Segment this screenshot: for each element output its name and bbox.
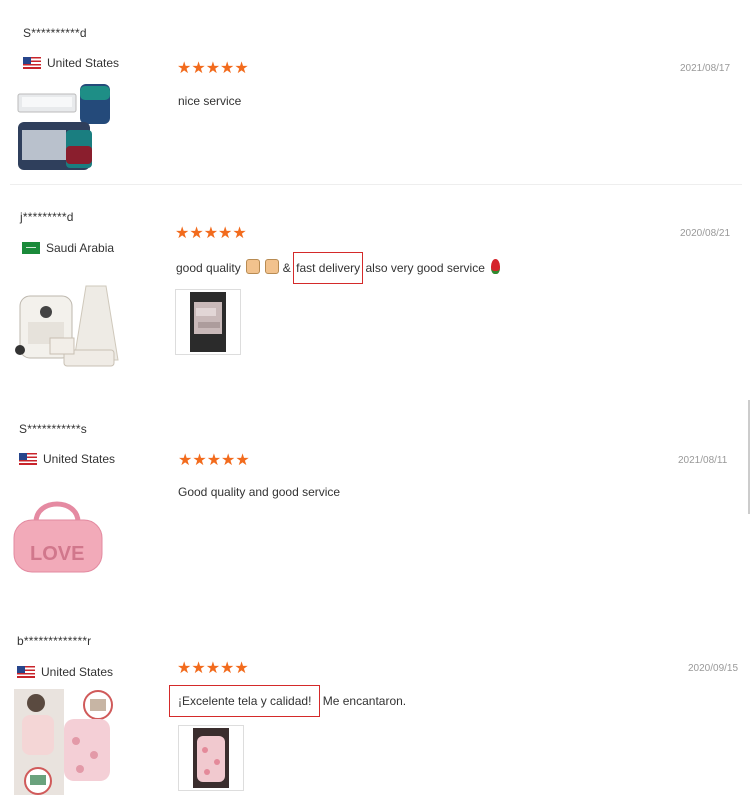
review-photo-image	[193, 728, 229, 788]
highlighted-phrase: ¡Excelente tela y calidad!	[168, 685, 321, 717]
thumbs-up-icon	[246, 259, 261, 274]
rating-stars: ★★★★★	[177, 60, 249, 77]
reviewer-name: b*************r	[17, 634, 92, 648]
review-text-part: also very good service	[365, 261, 485, 275]
sa-flag-icon	[22, 242, 40, 254]
country-label: United States	[47, 56, 120, 70]
country-label: United States	[43, 452, 116, 466]
reviewer-name: j*********d	[20, 210, 74, 224]
us-flag-icon	[17, 666, 35, 678]
reviewer-country: United States	[17, 665, 113, 679]
reviewer-country: Saudi Arabia	[22, 241, 114, 255]
country-label: Saudi Arabia	[46, 241, 115, 255]
reviewer-name: S***********s	[19, 422, 87, 436]
rating-stars: ★★★★★	[178, 452, 250, 469]
svg-text:LOVE: LOVE	[30, 543, 84, 565]
rose-icon	[491, 259, 501, 274]
review-photo[interactable]	[178, 725, 244, 791]
thumbs-up-icon	[265, 259, 280, 274]
review-text-part: Me encantaron.	[322, 694, 407, 708]
review-item: S***********s United States LOVE ★★★★★ 2…	[0, 400, 750, 615]
reviewer-country: United States	[19, 452, 115, 466]
review-text: good quality & fast delivery also very g…	[176, 252, 501, 284]
rating-stars: ★★★★★	[175, 225, 247, 242]
review-date: 2020/08/21	[680, 228, 731, 239]
country-label: United States	[41, 665, 114, 679]
product-thumbnail[interactable]	[16, 78, 114, 176]
review-text-part: &	[282, 261, 291, 275]
review-text: nice service	[178, 94, 242, 108]
review-item: b*************r United States ★★★★★ 2020…	[0, 615, 750, 800]
review-date: 2021/08/11	[678, 455, 728, 466]
review-date: 2020/09/15	[688, 663, 739, 674]
review-item: S**********d United States ★★★★★ 2021/08…	[0, 0, 750, 185]
product-thumbnail[interactable]	[14, 689, 118, 797]
reviewer-country: United States	[23, 56, 119, 70]
review-text-part: good quality	[176, 261, 241, 275]
review-photo[interactable]	[175, 289, 241, 355]
review-date: 2021/08/17	[680, 63, 731, 74]
us-flag-icon	[23, 57, 41, 69]
product-thumbnail[interactable]: LOVE	[10, 496, 106, 582]
review-item: j*********d Saudi Arabia ★★★★★ 2020/08/2…	[0, 185, 750, 400]
product-thumbnail[interactable]	[14, 280, 122, 372]
review-photo-image	[190, 292, 226, 352]
review-text: ¡Excelente tela y calidad! Me encantaron…	[168, 685, 407, 717]
highlighted-phrase: fast delivery	[293, 252, 364, 284]
review-text: Good quality and good service	[178, 485, 341, 499]
reviewer-name: S**********d	[23, 26, 87, 40]
us-flag-icon	[19, 453, 37, 465]
rating-stars: ★★★★★	[177, 660, 249, 677]
